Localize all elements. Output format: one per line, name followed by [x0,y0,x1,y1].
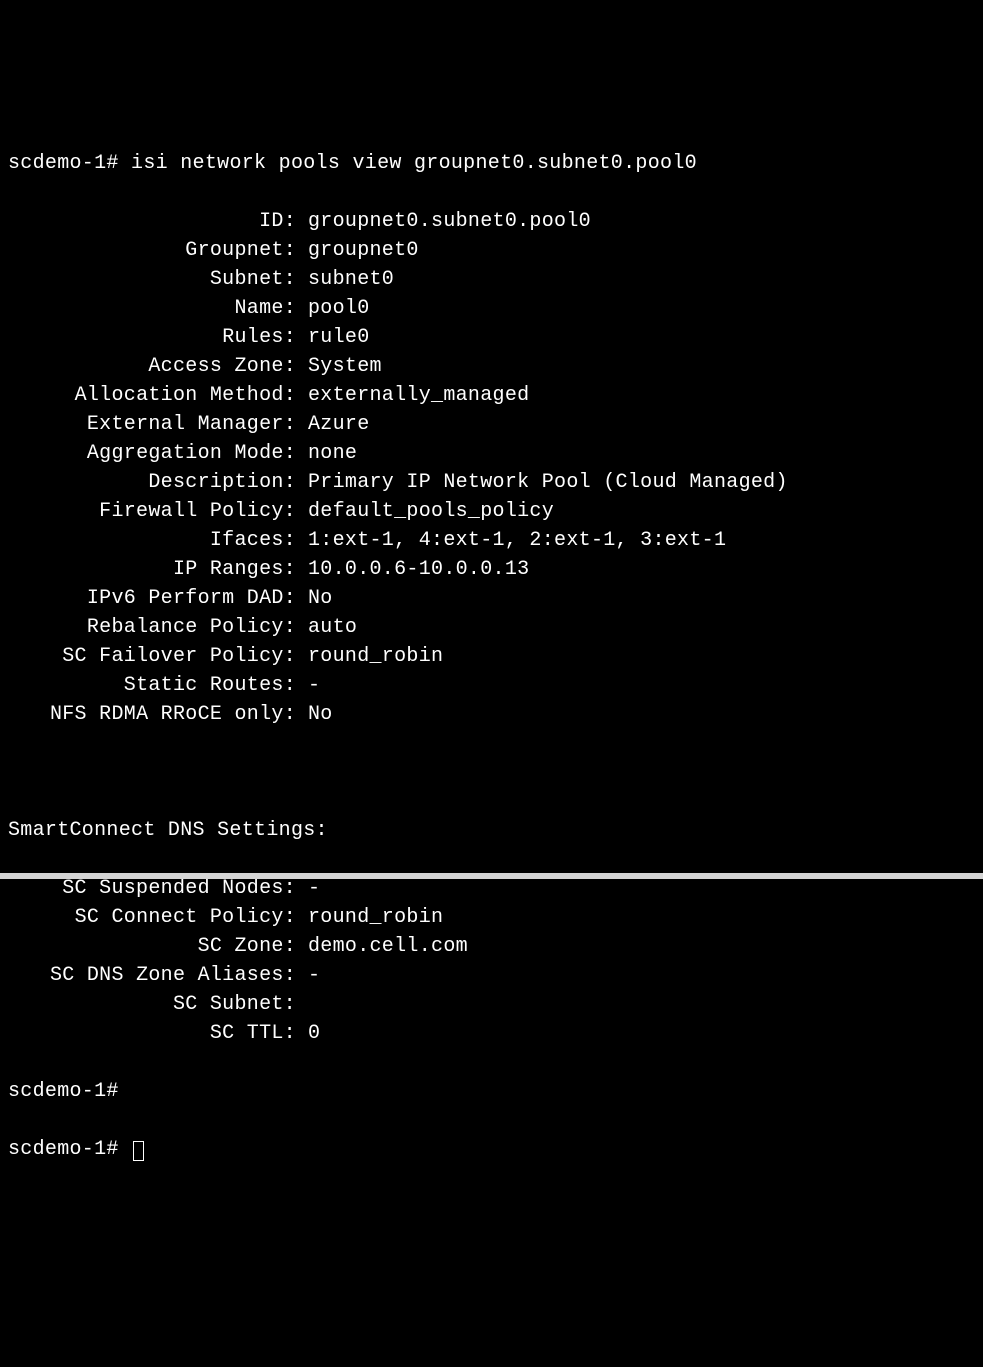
pool-field-label: External Manager: [8,410,296,439]
pool-field-label: Static Routes: [8,671,296,700]
dns-field-value: - [296,961,320,990]
pool-field-value: groupnet0 [296,236,419,265]
pool-field-label: Allocation Method: [8,381,296,410]
pool-field-row: Ifaces:1:ext-1, 4:ext-1, 2:ext-1, 3:ext-… [8,526,975,555]
pool-field-value: System [296,352,382,381]
pool-field-label: IP Ranges: [8,555,296,584]
dns-field-value: round_robin [296,903,443,932]
pool-field-label: Rules: [8,323,296,352]
pool-field-row: Groupnet:groupnet0 [8,236,975,265]
pool-field-row: Rules:rule0 [8,323,975,352]
pool-field-label: Ifaces: [8,526,296,555]
pool-field-value: auto [296,613,357,642]
pool-field-row: Subnet:subnet0 [8,265,975,294]
dns-field-row: SC Zone:demo.cell.com [8,932,975,961]
bottom-border [0,873,983,879]
dns-field-row: SC Subnet: [8,990,975,1019]
pool-field-label: Subnet: [8,265,296,294]
pool-field-row: Name:pool0 [8,294,975,323]
pool-field-row: Aggregation Mode:none [8,439,975,468]
pool-field-value: subnet0 [296,265,394,294]
pool-field-label: Aggregation Mode: [8,439,296,468]
prompt: scdemo-1# [8,152,119,175]
pool-field-label: IPv6 Perform DAD: [8,584,296,613]
pool-field-label: Description: [8,468,296,497]
pool-field-row: Static Routes:- [8,671,975,700]
dns-field-label: SC Zone: [8,932,296,961]
pool-field-value: Azure [296,410,370,439]
pool-field-value: - [296,671,320,700]
pool-field-value: pool0 [296,294,370,323]
pool-field-value: Primary IP Network Pool (Cloud Managed) [296,468,788,497]
pool-field-row: IPv6 Perform DAD:No [8,584,975,613]
dns-field-row: SC Connect Policy:round_robin [8,903,975,932]
dns-field-value [296,990,308,1019]
pool-field-row: Allocation Method:externally_managed [8,381,975,410]
dns-settings-header: SmartConnect DNS Settings: [8,816,975,845]
pool-field-value: groupnet0.subnet0.pool0 [296,207,591,236]
pool-field-value: default_pools_policy [296,497,554,526]
pool-field-label: Name: [8,294,296,323]
dns-field-label: SC Connect Policy: [8,903,296,932]
pool-field-label: NFS RDMA RRoCE only: [8,700,296,729]
pool-field-value: 1:ext-1, 4:ext-1, 2:ext-1, 3:ext-1 [296,526,726,555]
dns-field-value: demo.cell.com [296,932,468,961]
pool-field-row: ID:groupnet0.subnet0.pool0 [8,207,975,236]
pool-field-value: rule0 [296,323,370,352]
pool-field-row: NFS RDMA RRoCE only:No [8,700,975,729]
pool-field-row: IP Ranges:10.0.0.6-10.0.0.13 [8,555,975,584]
pool-field-value: externally_managed [296,381,529,410]
pool-field-label: ID: [8,207,296,236]
pool-field-value: none [296,439,357,468]
dns-field-label: SC DNS Zone Aliases: [8,961,296,990]
command-text: isi network pools view groupnet0.subnet0… [131,152,697,175]
pool-field-label: Firewall Policy: [8,497,296,526]
pool-field-value: 10.0.0.6-10.0.0.13 [296,555,529,584]
dns-field-label: SC Subnet: [8,990,296,1019]
pool-field-label: SC Failover Policy: [8,642,296,671]
pool-field-row: Access Zone:System [8,352,975,381]
dns-field-row: SC DNS Zone Aliases:- [8,961,975,990]
pool-field-row: External Manager:Azure [8,410,975,439]
prompt: scdemo-1# [8,1080,119,1103]
dns-field-row: SC TTL:0 [8,1019,975,1048]
cursor [133,1141,144,1161]
pool-field-value: No [296,700,333,729]
dns-field-label: SC TTL: [8,1019,296,1048]
pool-field-row: Description:Primary IP Network Pool (Clo… [8,468,975,497]
pool-field-value: round_robin [296,642,443,671]
pool-field-label: Access Zone: [8,352,296,381]
terminal-output[interactable]: scdemo-1# isi network pools view groupne… [8,120,975,1193]
pool-field-value: No [296,584,333,613]
pool-field-label: Groupnet: [8,236,296,265]
pool-field-row: Rebalance Policy:auto [8,613,975,642]
pool-field-label: Rebalance Policy: [8,613,296,642]
pool-field-row: Firewall Policy:default_pools_policy [8,497,975,526]
pool-field-row: SC Failover Policy:round_robin [8,642,975,671]
prompt: scdemo-1# [8,1138,119,1161]
dns-field-value: 0 [296,1019,320,1048]
